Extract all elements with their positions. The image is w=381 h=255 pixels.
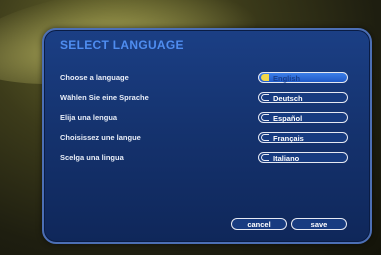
- prompt-german: Wählen Sie eine Sprache: [60, 93, 149, 102]
- prompt-spanish: Elija una lengua: [60, 113, 118, 122]
- language-option-english[interactable]: English: [258, 72, 348, 83]
- language-option-italian[interactable]: Italiano: [258, 152, 348, 163]
- language-option-german[interactable]: Deutsch: [258, 92, 348, 103]
- radio-icon: [261, 94, 269, 101]
- language-dialog: SELECT LANGUAGE Choose a language Wählen…: [42, 28, 372, 244]
- prompt-french: Choisissez une langue: [60, 133, 141, 142]
- language-option-spanish[interactable]: Español: [258, 112, 348, 123]
- dialog-title: SELECT LANGUAGE: [60, 38, 184, 52]
- radio-selected-icon: [261, 74, 269, 81]
- prompt-english: Choose a language: [60, 73, 129, 82]
- language-option-label: Español: [273, 114, 303, 123]
- language-option-label: Deutsch: [273, 94, 303, 103]
- radio-icon: [261, 154, 269, 161]
- language-option-label: Français: [273, 134, 304, 143]
- cancel-button[interactable]: cancel: [231, 218, 287, 230]
- radio-icon: [261, 134, 269, 141]
- language-option-label: Italiano: [273, 154, 300, 163]
- prompt-italian: Scelga una lingua: [60, 153, 124, 162]
- language-option-label: English: [273, 74, 301, 83]
- radio-icon: [261, 114, 269, 121]
- save-button[interactable]: save: [291, 218, 347, 230]
- language-option-french[interactable]: Français: [258, 132, 348, 143]
